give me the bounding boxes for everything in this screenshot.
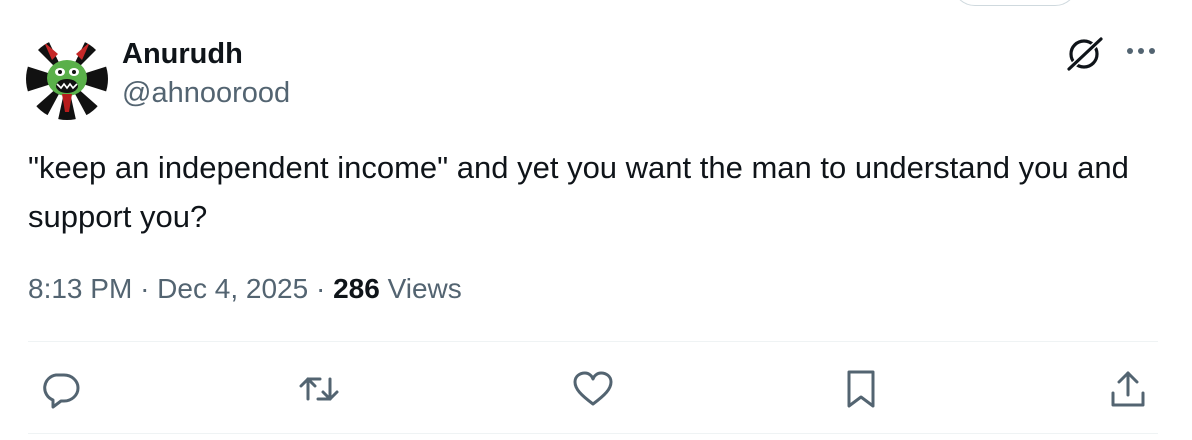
meta-separator: · [315, 273, 326, 304]
views-count: 286 [333, 273, 380, 304]
bookmark-icon [847, 370, 875, 408]
tweet-date[interactable]: Dec 4, 2025 [157, 273, 308, 304]
retweet-button[interactable] [297, 367, 341, 411]
tweet-text: "keep an independent income" and yet you… [28, 150, 1138, 234]
views-label: Views [387, 273, 462, 304]
more-icon[interactable] [1124, 44, 1158, 58]
bookmark-button[interactable] [839, 367, 883, 411]
heart-icon [573, 371, 613, 406]
share-button[interactable] [1106, 367, 1150, 411]
meta-separator: · [140, 273, 150, 304]
divider [28, 341, 1158, 342]
retweet-icon [299, 377, 339, 401]
author-handle[interactable]: @ahnoorood [122, 76, 290, 110]
divider [28, 433, 1158, 434]
tweet-time[interactable]: 8:13 PM [28, 273, 132, 304]
avatar-image [26, 38, 108, 120]
tweet-card: Anurudh @ahnoorood "keep an independent … [0, 0, 1192, 440]
reply-button[interactable] [38, 367, 82, 411]
like-button[interactable] [571, 367, 615, 411]
tweet-meta: 8:13 PM · Dec 4, 2025 · 286 Views [28, 271, 462, 307]
avatar[interactable] [26, 38, 108, 120]
share-icon [1111, 371, 1145, 407]
author-name[interactable]: Anurudh [122, 37, 243, 71]
top-pill-button[interactable] [952, 0, 1078, 6]
reply-icon [43, 373, 80, 409]
grok-icon[interactable] [1063, 34, 1107, 74]
